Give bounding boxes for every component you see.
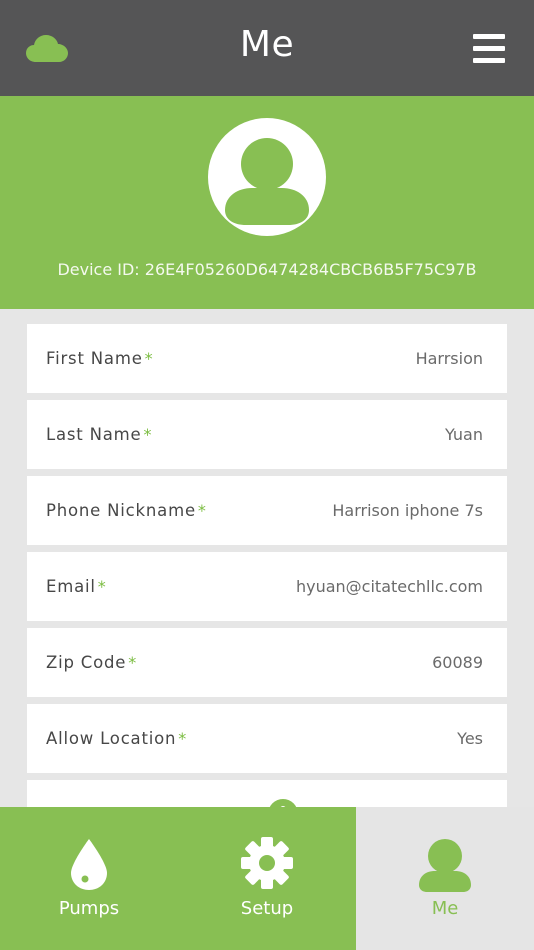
tab-label: Setup: [240, 898, 294, 919]
field-label: Zip Code *: [46, 653, 137, 672]
field-value[interactable]: Harrison iphone 7s: [332, 501, 483, 520]
field-label: Email *: [46, 577, 106, 596]
tab-setup[interactable]: Setup: [178, 807, 356, 950]
field-label: Allow Location *: [46, 729, 187, 748]
required-marker: *: [143, 425, 152, 444]
gear-icon: [178, 837, 356, 895]
field-value[interactable]: Yes: [457, 729, 483, 748]
user-icon: [356, 837, 534, 895]
field-value[interactable]: 60089: [432, 653, 483, 672]
profile-header: Device ID: 26E4F05260D6474284CBCB6B5F75C…: [0, 96, 534, 309]
required-marker: *: [178, 729, 187, 748]
required-marker: *: [144, 349, 153, 368]
field-value[interactable]: hyuan@citatechllc.com: [296, 577, 483, 596]
zip-code-field[interactable]: Zip Code * 60089: [27, 628, 507, 697]
field-label: First Name *: [46, 349, 153, 368]
required-marker: *: [197, 501, 206, 520]
profile-form: First Name * Harrsion Last Name * Yuan Pho…: [27, 324, 507, 827]
menu-icon[interactable]: [473, 34, 505, 64]
phone-nickname-field[interactable]: Phone Nickname * Harrison iphone 7s: [27, 476, 507, 545]
allow-location-field[interactable]: Allow Location * Yes: [27, 704, 507, 773]
bottom-nav: Pumps Setup Me: [0, 807, 534, 950]
email-field[interactable]: Email * hyuan@citatechllc.com: [27, 552, 507, 621]
tab-me[interactable]: Me: [356, 807, 534, 950]
field-value[interactable]: Harrsion: [416, 349, 483, 368]
required-marker: *: [97, 577, 106, 596]
page-title: Me: [239, 24, 295, 65]
field-value[interactable]: Yuan: [445, 425, 483, 444]
app-header: Me: [0, 0, 534, 96]
field-label: Phone Nickname *: [46, 501, 206, 520]
field-label: Last Name *: [46, 425, 152, 444]
last-name-field[interactable]: Last Name * Yuan: [27, 400, 507, 469]
user-avatar-icon[interactable]: [208, 118, 326, 236]
water-drop-icon: [0, 837, 178, 895]
required-marker: *: [128, 653, 137, 672]
tab-label: Me: [431, 898, 459, 919]
device-id: Device ID: 26E4F05260D6474284CBCB6B5F75C…: [57, 260, 477, 279]
first-name-field[interactable]: First Name * Harrsion: [27, 324, 507, 393]
tab-label: Pumps: [58, 898, 120, 919]
tab-pumps[interactable]: Pumps: [0, 807, 178, 950]
